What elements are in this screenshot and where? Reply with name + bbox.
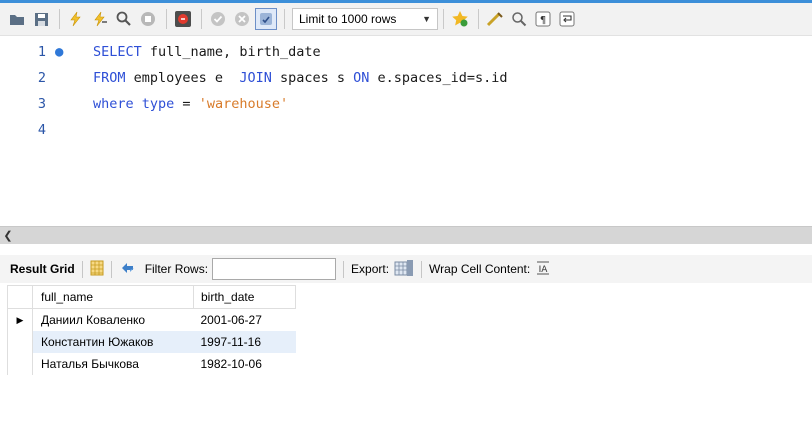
limit-rows-value: Limit to 1000 rows: [299, 12, 397, 26]
toolbar-separator: [110, 260, 112, 278]
line-number: 4: [37, 122, 46, 138]
beautify-icon[interactable]: [484, 8, 506, 30]
column-header[interactable]: birth_date: [193, 285, 296, 309]
svg-text:¶: ¶: [540, 15, 546, 26]
rollback-icon[interactable]: [231, 8, 253, 30]
commit-icon[interactable]: [207, 8, 229, 30]
line-number: 1: [37, 44, 46, 60]
execute-current-icon[interactable]: [89, 8, 111, 30]
limit-rows-select[interactable]: Limit to 1000 rows ▼: [292, 8, 438, 30]
editor-line[interactable]: 2 FROM employees e JOIN spaces s ON e.spa…: [0, 65, 812, 91]
toolbar-separator: [59, 9, 60, 29]
table-cell[interactable]: 1982-10-06: [194, 353, 296, 375]
refresh-icon[interactable]: [119, 260, 137, 279]
horizontal-scrollbar[interactable]: ❮: [0, 226, 812, 244]
wrap-cell-label: Wrap Cell Content:: [429, 262, 531, 276]
table-cell[interactable]: Наталья Бычкова: [33, 353, 194, 375]
svg-text:IA: IA: [539, 265, 549, 275]
result-grid-tab[interactable]: Result Grid: [10, 262, 75, 276]
export-icon[interactable]: [394, 259, 414, 280]
invisibles-icon[interactable]: ¶: [532, 8, 554, 30]
code-text[interactable]: where type = 'warehouse': [93, 96, 288, 112]
toolbar-separator: [478, 9, 479, 29]
table-row[interactable]: Константин Южаков 1997-11-16: [7, 331, 296, 353]
grid-header-row: full_name birth_date: [7, 285, 296, 309]
scroll-left-icon[interactable]: ❮: [0, 229, 16, 242]
table-cell[interactable]: 1997-11-16: [193, 331, 296, 353]
toolbar-separator: [343, 260, 345, 278]
toolbar-separator: [201, 9, 202, 29]
toolbar-separator: [421, 260, 423, 278]
editor-line[interactable]: 1 ● SELECT full_name, birth_date: [0, 39, 812, 65]
grid-layout-icon[interactable]: [90, 260, 104, 279]
table-cell[interactable]: Константин Южаков: [32, 331, 194, 353]
column-header[interactable]: full_name: [32, 285, 194, 309]
table-row[interactable]: ▶ Даниил Коваленко 2001-06-27: [7, 308, 296, 332]
filter-rows-input[interactable]: [212, 258, 337, 280]
toolbar-separator: [284, 9, 285, 29]
row-selector[interactable]: [7, 331, 33, 353]
editor-line[interactable]: 3 where type = 'warehouse': [0, 91, 812, 117]
explain-icon[interactable]: [113, 8, 135, 30]
save-icon[interactable]: [30, 8, 52, 30]
filter-rows-label: Filter Rows:: [144, 262, 209, 276]
toolbar-separator: [81, 260, 83, 278]
sql-editor[interactable]: 1 ● SELECT full_name, birth_date 2 FROM empl…: [0, 37, 812, 226]
row-selector[interactable]: [7, 353, 33, 375]
find-icon[interactable]: [508, 8, 530, 30]
toolbar-separator: [443, 9, 444, 29]
toolbar-separator: [166, 9, 167, 29]
table-cell[interactable]: 2001-06-27: [194, 309, 296, 332]
row-selector-header: [7, 285, 33, 309]
table-row[interactable]: Наталья Бычкова 1982-10-06: [7, 353, 296, 375]
current-row-arrow-icon: ▶: [7, 308, 33, 331]
code-text[interactable]: SELECT full_name, birth_date: [93, 44, 321, 60]
result-grid-toolbar: Result Grid Filter Rows: Export: Wrap Ce…: [0, 255, 812, 283]
toggle-error-icon[interactable]: [172, 8, 194, 30]
result-grid: full_name birth_date ▶ Даниил Коваленко …: [7, 285, 296, 375]
wrap-icon[interactable]: [556, 8, 578, 30]
wrap-cell-icon[interactable]: IA: [536, 261, 550, 278]
line-number: 2: [37, 70, 46, 86]
code-text[interactable]: FROM employees e JOIN spaces s ON e.spac…: [93, 70, 508, 86]
export-label: Export:: [351, 262, 390, 276]
sql-editor-toolbar: Limit to 1000 rows ▼ ¶: [0, 3, 812, 36]
chevron-down-icon: ▼: [422, 14, 431, 24]
line-number: 3: [37, 96, 46, 112]
table-cell[interactable]: Даниил Коваленко: [33, 309, 194, 332]
autocommit-icon[interactable]: [255, 8, 277, 30]
stop-icon[interactable]: [137, 8, 159, 30]
editor-line[interactable]: 4: [0, 117, 812, 143]
open-folder-icon[interactable]: [6, 8, 28, 30]
execute-icon[interactable]: [65, 8, 87, 30]
star-icon[interactable]: [449, 8, 471, 30]
statement-marker-icon: ●: [55, 44, 64, 60]
